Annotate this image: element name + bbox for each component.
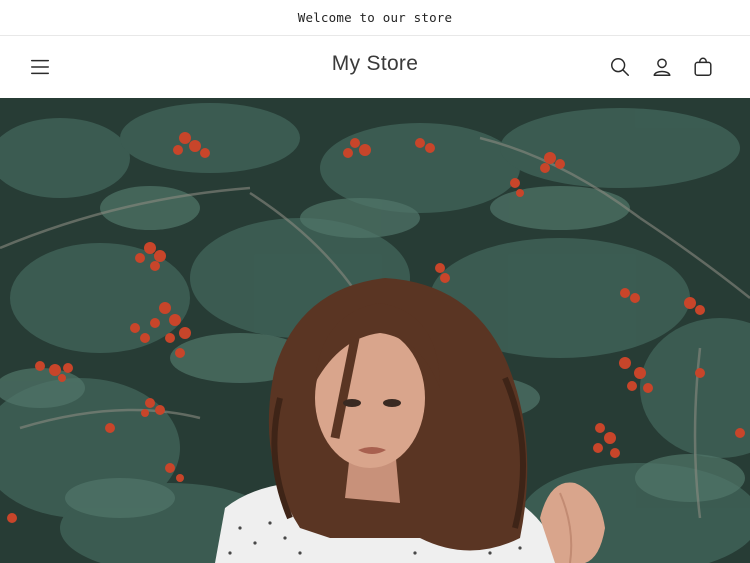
search-icon (611, 58, 629, 76)
account-icon (653, 58, 671, 76)
search-button[interactable] (605, 52, 635, 82)
cart-button[interactable] (688, 52, 718, 82)
announcement-bar: Welcome to our store (0, 0, 750, 36)
account-button[interactable] (647, 52, 677, 82)
announcement-text: Welcome to our store (297, 10, 453, 25)
store-logo-text: My Store (331, 52, 419, 75)
store-logo-link[interactable]: My Store (0, 52, 750, 76)
hero-banner (0, 98, 750, 563)
cart-icon (694, 57, 712, 76)
hero-image (0, 98, 750, 563)
site-header: My Store (0, 37, 750, 98)
